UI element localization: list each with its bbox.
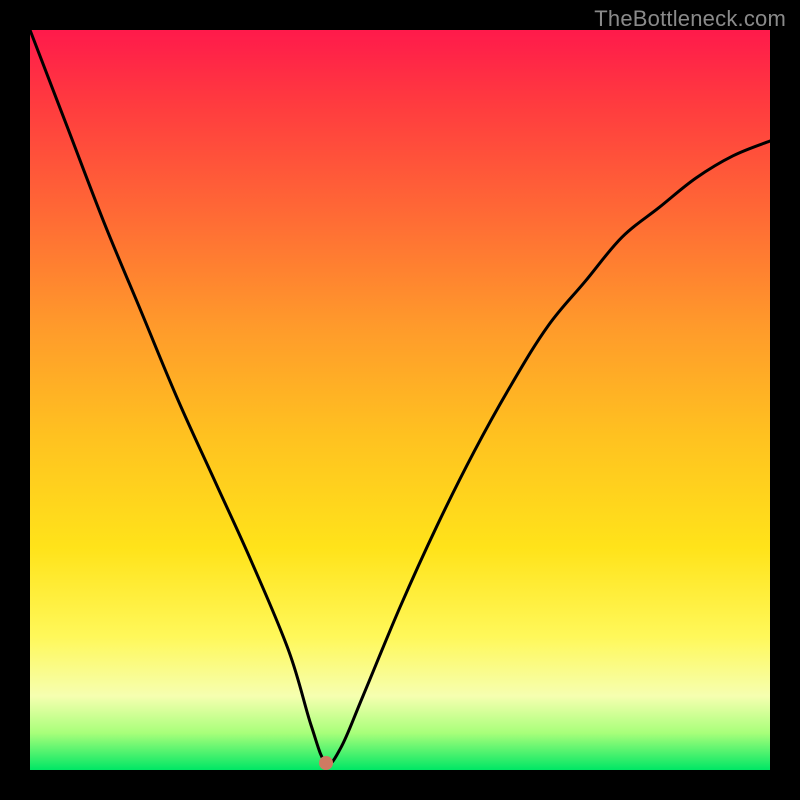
- plot-area: [30, 30, 770, 770]
- minimum-marker-dot: [319, 756, 333, 770]
- bottleneck-curve: [30, 30, 770, 770]
- watermark-text: TheBottleneck.com: [594, 6, 786, 32]
- chart-frame: TheBottleneck.com: [0, 0, 800, 800]
